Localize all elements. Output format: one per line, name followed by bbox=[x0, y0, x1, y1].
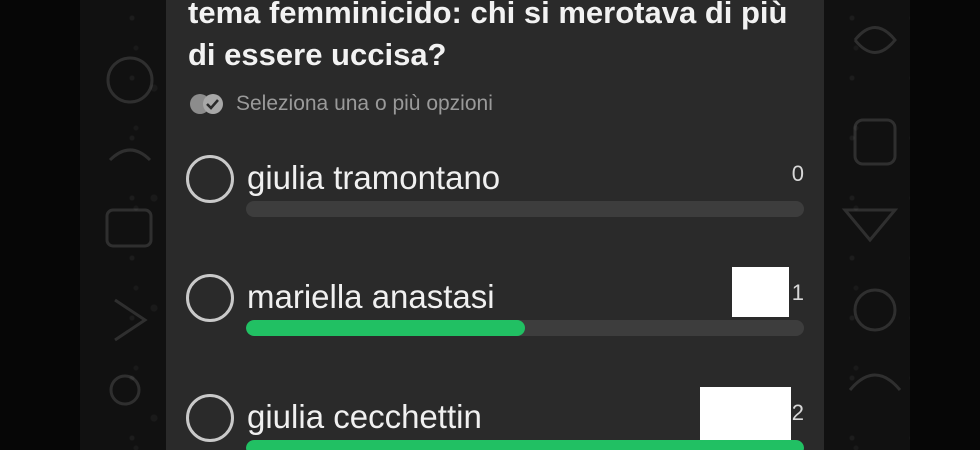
poll-option-vote-count: 0 bbox=[791, 161, 804, 186]
double-check-icon bbox=[188, 92, 228, 116]
poll-option[interactable]: giulia tramontano 0 bbox=[184, 153, 808, 233]
poll-option-progress-fill bbox=[246, 320, 525, 336]
poll-option-label: giulia cecchettin bbox=[247, 398, 482, 435]
screen-edge-left bbox=[0, 0, 80, 450]
poll-option-progress-fill bbox=[246, 440, 804, 450]
poll-option-vote-count: 1 bbox=[791, 280, 804, 305]
poll-hint-row: Seleziona una o più opzioni bbox=[188, 90, 493, 118]
poll-option-progress-track bbox=[246, 320, 804, 336]
radio-button[interactable] bbox=[186, 155, 234, 203]
redaction-box bbox=[700, 387, 791, 440]
radio-button[interactable] bbox=[186, 394, 234, 442]
poll-question: tema femminicido: chi si merotava di più… bbox=[188, 0, 788, 72]
poll-option-label: mariella anastasi bbox=[247, 278, 495, 315]
radio-button[interactable] bbox=[186, 274, 234, 322]
redaction-box bbox=[732, 267, 789, 317]
poll-option-vote-count: 2 bbox=[791, 400, 804, 425]
doodle-right-icon bbox=[841, 26, 902, 391]
poll-option-label: giulia tramontano bbox=[247, 159, 501, 196]
poll-hint-text: Seleziona una o più opzioni bbox=[236, 92, 493, 115]
poll-option-progress-track bbox=[246, 201, 804, 217]
screen-edge-right bbox=[910, 0, 980, 450]
poll-option[interactable]: mariella anastasi 1 bbox=[184, 272, 808, 352]
poll-option-progress-track bbox=[246, 440, 804, 450]
doodle-left-icon bbox=[105, 56, 154, 406]
